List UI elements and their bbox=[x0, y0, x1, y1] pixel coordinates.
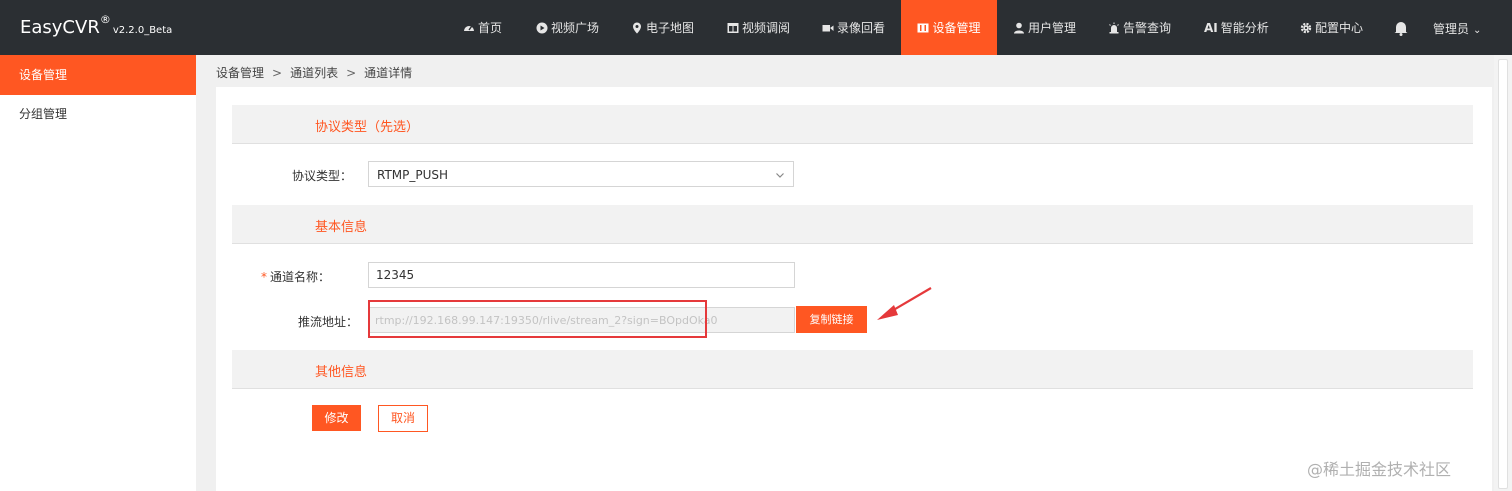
nav-item-video-square[interactable]: 视频广场 bbox=[536, 0, 599, 55]
protocol-select-value: RTMP_PUSH bbox=[377, 168, 449, 182]
nav-label: 视频调阅 bbox=[742, 21, 791, 35]
sidebar-item-label: 设备管理 bbox=[19, 68, 68, 82]
registered-mark: ® bbox=[99, 13, 111, 26]
device-icon bbox=[917, 22, 929, 34]
brand-version: v2.2.0_Beta bbox=[112, 25, 173, 36]
ai-icon: AI bbox=[1204, 20, 1218, 35]
video-camera-icon bbox=[822, 22, 834, 34]
section-title: 协议类型（先选） bbox=[315, 120, 420, 135]
channel-name-field[interactable]: 12345 bbox=[368, 262, 795, 288]
nav-label: 智能分析 bbox=[1220, 21, 1269, 35]
section-header-protocol: 协议类型（先选） bbox=[232, 105, 1473, 144]
nav-item-home[interactable]: 首页 bbox=[463, 0, 502, 55]
nav-item-user-management[interactable]: 用户管理 bbox=[1013, 0, 1076, 55]
nav-item-playback[interactable]: 录像回看 bbox=[822, 0, 885, 55]
bell-icon[interactable] bbox=[1393, 20, 1409, 36]
user-menu[interactable]: 管理员 ⌄ bbox=[1433, 20, 1481, 37]
nav-item-video-view[interactable]: 视频调阅 bbox=[727, 0, 790, 55]
section-header-basic-info: 基本信息 bbox=[232, 205, 1473, 244]
nav-label: 用户管理 bbox=[1028, 21, 1077, 35]
scrollbar-thumb[interactable] bbox=[1498, 59, 1508, 489]
edit-button[interactable]: 修改 bbox=[312, 405, 361, 431]
alarm-icon bbox=[1108, 22, 1120, 34]
breadcrumb-item[interactable]: 设备管理 bbox=[216, 66, 264, 80]
user-icon bbox=[1013, 22, 1025, 34]
nav-item-device-management[interactable]: 设备管理 bbox=[901, 0, 997, 55]
copy-link-button[interactable]: 复制链接 bbox=[796, 306, 867, 333]
breadcrumb: 设备管理 > 通道列表 > 通道详情 bbox=[216, 64, 412, 81]
nav-label: 配置中心 bbox=[1315, 21, 1364, 35]
nav-item-map[interactable]: 电子地图 bbox=[631, 0, 694, 55]
nav-item-config-center[interactable]: 配置中心 bbox=[1300, 0, 1363, 55]
annotation-arrow-icon bbox=[877, 287, 932, 320]
nav-label: 录像回看 bbox=[837, 21, 886, 35]
play-circle-icon bbox=[536, 22, 548, 34]
section-title: 基本信息 bbox=[315, 220, 368, 235]
section-title: 其他信息 bbox=[315, 365, 368, 380]
highlight-box bbox=[368, 300, 707, 338]
section-header-other-info: 其他信息 bbox=[232, 350, 1473, 389]
channel-name-label-text: 通道名称： bbox=[269, 270, 330, 284]
chevron-down-icon bbox=[775, 169, 785, 179]
sidebar-item-group-management[interactable]: 分组管理 bbox=[0, 94, 196, 134]
watermark: @稀土掘金技术社区 bbox=[1307, 460, 1452, 479]
nav-label: 视频广场 bbox=[551, 21, 600, 35]
top-navbar: EasyCVR®v2.2.0_Beta 首页 视频广场 电子地图 视频调阅 录像… bbox=[0, 0, 1512, 55]
cancel-button[interactable]: 取消 bbox=[378, 405, 428, 432]
sidebar-item-label: 分组管理 bbox=[19, 107, 68, 121]
protocol-select[interactable]: RTMP_PUSH bbox=[368, 161, 794, 187]
map-pin-icon bbox=[631, 22, 643, 34]
channel-name-label: * 通道名称： bbox=[210, 268, 330, 285]
user-name: 管理员 bbox=[1433, 22, 1470, 36]
nav-label: 告警查询 bbox=[1123, 21, 1172, 35]
brand-name: EasyCVR bbox=[20, 17, 100, 38]
nav-item-alarm-query[interactable]: 告警查询 bbox=[1108, 0, 1171, 55]
gear-icon bbox=[1300, 22, 1312, 34]
nav-label: 电子地图 bbox=[646, 21, 695, 35]
sidebar-item-device-management[interactable]: 设备管理 bbox=[0, 55, 196, 95]
push-url-label: 推流地址： bbox=[297, 315, 358, 329]
breadcrumb-separator: > bbox=[346, 66, 357, 80]
breadcrumb-item[interactable]: 通道列表 bbox=[290, 66, 338, 80]
chevron-down-icon: ⌄ bbox=[1473, 25, 1482, 36]
sidebar: 设备管理 分组管理 bbox=[0, 55, 196, 491]
grid-window-icon bbox=[727, 22, 739, 34]
scrollbar[interactable] bbox=[1494, 55, 1512, 491]
nav-label: 设备管理 bbox=[932, 21, 981, 35]
nav-item-smart-analysis[interactable]: AI 智能分析 bbox=[1204, 0, 1269, 55]
breadcrumb-item-current: 通道详情 bbox=[364, 66, 413, 80]
brand-logo[interactable]: EasyCVR®v2.2.0_Beta bbox=[20, 13, 173, 38]
nav-label: 首页 bbox=[478, 21, 503, 35]
required-mark: * bbox=[260, 270, 267, 284]
dashboard-icon bbox=[463, 22, 475, 34]
breadcrumb-separator: > bbox=[272, 66, 283, 80]
protocol-label: 协议类型： bbox=[291, 169, 352, 183]
